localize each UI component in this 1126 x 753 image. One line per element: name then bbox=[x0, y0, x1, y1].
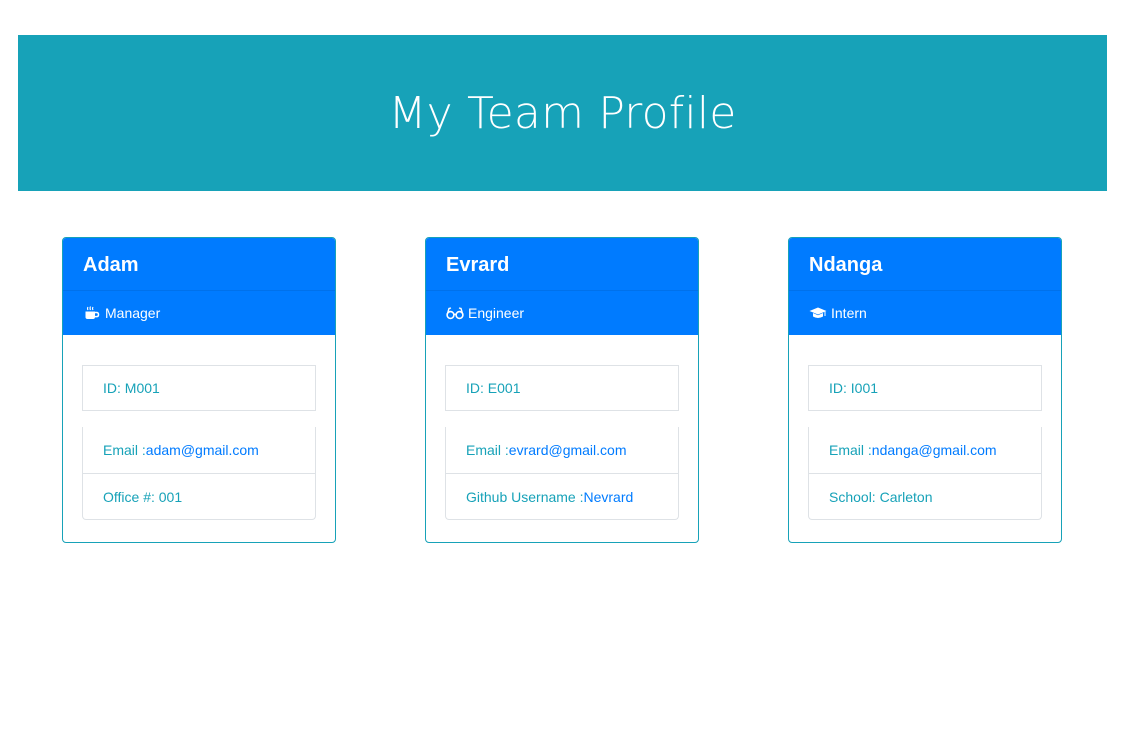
role-label: Engineer bbox=[468, 305, 525, 321]
employee-card-intern: Ndanga Intern ID: I001 Email : ndanga@gm… bbox=[788, 237, 1062, 543]
office-number-item: Office #: 001 bbox=[83, 473, 315, 519]
github-item: Github Username : Nevrard bbox=[446, 473, 678, 519]
employee-id: ID: M001 bbox=[82, 365, 316, 411]
employee-details: Email : adam@gmail.com Office #: 001 bbox=[82, 427, 316, 520]
glasses-icon bbox=[446, 306, 464, 320]
email-item: Email : adam@gmail.com bbox=[83, 427, 315, 473]
github-link[interactable]: Nevrard bbox=[584, 489, 634, 505]
email-item: Email : evrard@gmail.com bbox=[446, 427, 678, 473]
employee-name: Adam bbox=[63, 238, 335, 291]
role-label: Manager bbox=[105, 305, 161, 321]
email-label: Email : bbox=[103, 442, 146, 458]
graduation-cap-icon bbox=[809, 306, 827, 320]
employee-id: ID: E001 bbox=[445, 365, 679, 411]
employee-details: Email : ndanga@gmail.com School: Carleto… bbox=[808, 427, 1042, 520]
office-number-label: Office #: 001 bbox=[103, 488, 183, 505]
email-label: Email : bbox=[466, 442, 509, 458]
mug-hot-icon bbox=[83, 306, 101, 320]
school-item: School: Carleton bbox=[809, 473, 1041, 519]
card-header: Adam Manager bbox=[63, 238, 335, 335]
github-label: Github Username : bbox=[466, 488, 584, 505]
employee-name: Ndanga bbox=[789, 238, 1061, 291]
employee-role: Engineer bbox=[426, 291, 698, 335]
email-link[interactable]: ndanga@gmail.com bbox=[872, 442, 997, 458]
employee-card-engineer: Evrard Engineer ID: E001 Email : evrard@… bbox=[425, 237, 699, 543]
email-label: Email : bbox=[829, 442, 872, 458]
page-title: My Team Profile bbox=[388, 87, 737, 139]
card-header: Ndanga Intern bbox=[789, 238, 1061, 335]
school-label: School: Carleton bbox=[829, 488, 933, 505]
role-label: Intern bbox=[831, 305, 867, 321]
email-link[interactable]: evrard@gmail.com bbox=[509, 442, 627, 458]
email-item: Email : ndanga@gmail.com bbox=[809, 427, 1041, 473]
card-header: Evrard Engineer bbox=[426, 238, 698, 335]
employee-details: Email : evrard@gmail.com Github Username… bbox=[445, 427, 679, 520]
employee-name: Evrard bbox=[426, 238, 698, 291]
employee-id: ID: I001 bbox=[808, 365, 1042, 411]
employee-role: Intern bbox=[789, 291, 1061, 335]
employee-card-manager: Adam Manager ID: M001 Email : adam@gmail… bbox=[62, 237, 336, 543]
email-link[interactable]: adam@gmail.com bbox=[146, 442, 259, 458]
page-header: My Team Profile bbox=[18, 35, 1107, 191]
employee-role: Manager bbox=[63, 291, 335, 335]
